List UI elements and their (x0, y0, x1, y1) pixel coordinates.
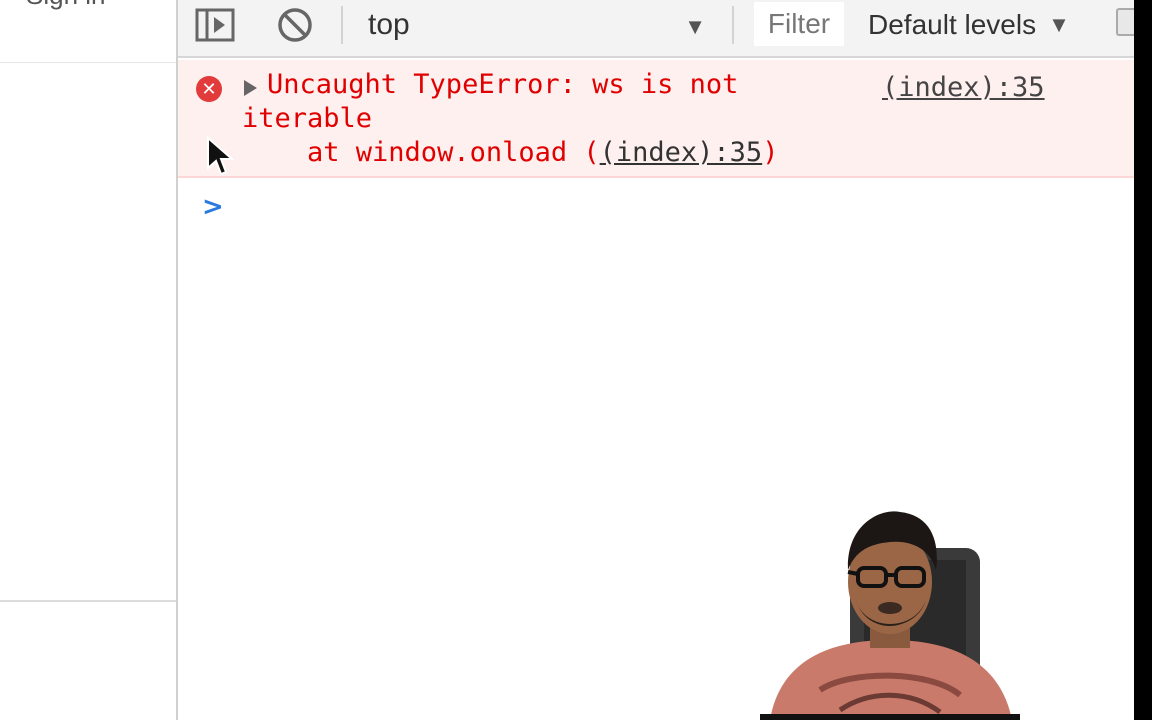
page-divider-bottom (0, 600, 176, 602)
context-selector[interactable]: top ▼ (346, 6, 726, 44)
filter-input[interactable]: Filter (754, 2, 844, 46)
log-levels-dropdown[interactable]: Default levels ▼ (868, 6, 1070, 44)
window-edge (1134, 0, 1152, 720)
error-icon: ✕ (196, 76, 222, 102)
page-divider-top (0, 62, 176, 63)
error-line-2: iterable (242, 103, 373, 134)
context-value: top (368, 8, 410, 41)
console-error-message[interactable]: ✕ Uncaught TypeError: ws is not iterable… (178, 60, 1134, 178)
source-location-link[interactable]: (index):35 (882, 72, 1045, 103)
mouse-cursor-icon (207, 136, 234, 176)
chevron-down-icon: ▼ (684, 14, 706, 39)
page-area: Sign in (0, 0, 176, 720)
clear-console-button[interactable] (274, 6, 316, 44)
error-text: Uncaught TypeError: ws is not iterable a… (242, 68, 862, 170)
console-prompt[interactable]: > (202, 192, 224, 222)
error-line-1: Uncaught TypeError: ws is not (267, 69, 739, 100)
error-line-3-suffix: ) (762, 137, 779, 168)
sidebar-toggle-icon (195, 8, 235, 42)
chevron-down-icon: ▼ (1048, 12, 1070, 37)
toolbar-separator (341, 6, 343, 44)
console-settings-icon[interactable] (1116, 8, 1136, 36)
screen: Sign in top ▼ (0, 0, 1152, 720)
stack-location-link[interactable]: (index):35 (600, 137, 763, 168)
toolbar-separator (732, 6, 734, 44)
sidebar-toggle-button[interactable] (194, 6, 236, 44)
filter-placeholder: Filter (767, 8, 831, 39)
levels-label: Default levels (868, 9, 1037, 40)
error-line-3-prefix: at window.onload ( (242, 137, 600, 168)
webcam-presenter-image (760, 511, 1020, 720)
sign-in-text[interactable]: Sign in (26, 0, 106, 11)
block-icon (278, 8, 312, 42)
console-toolbar: top ▼ Filter Default levels ▼ (178, 0, 1136, 58)
